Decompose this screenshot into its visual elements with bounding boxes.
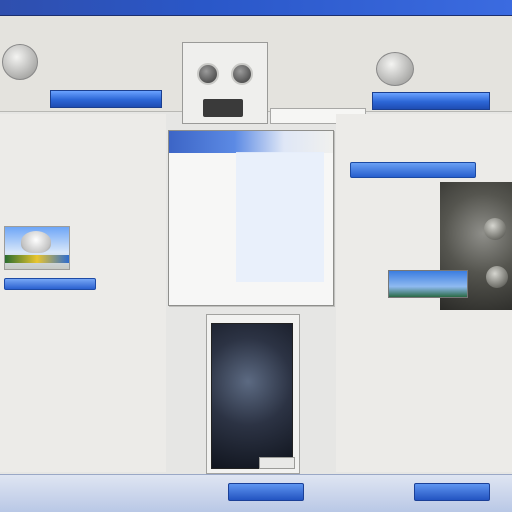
right-text-line <box>486 406 510 414</box>
product-thumbnail[interactable] <box>4 226 70 270</box>
left-text-line <box>4 214 128 222</box>
left-text-line <box>74 250 134 258</box>
device-label <box>259 457 295 469</box>
camera-icon <box>197 63 219 85</box>
left-text-line <box>4 430 112 438</box>
right-text-line <box>376 244 446 252</box>
right-thumbnail[interactable] <box>388 270 468 298</box>
footer-button[interactable] <box>414 483 490 501</box>
left-heading[interactable] <box>4 126 164 134</box>
title-bar <box>0 0 512 16</box>
camera-icon <box>486 266 508 288</box>
satellite-dish-icon <box>21 231 51 253</box>
left-column <box>0 114 166 472</box>
right-link[interactable] <box>390 320 474 328</box>
right-text-line <box>310 406 486 414</box>
left-text-line <box>4 362 154 370</box>
device-screen <box>211 323 293 469</box>
header-blue-bar-right[interactable] <box>372 92 490 110</box>
right-column <box>336 114 512 472</box>
footer <box>0 474 512 512</box>
spec-row <box>175 287 327 295</box>
camera-panel[interactable] <box>182 42 268 124</box>
spec-side-panel <box>236 152 324 282</box>
right-text-line <box>366 212 446 220</box>
left-text-line <box>4 298 116 306</box>
left-text-line <box>4 150 134 158</box>
camera-icon <box>231 63 253 85</box>
header <box>0 16 512 124</box>
right-blue-button[interactable] <box>350 162 476 178</box>
camera-icon <box>484 218 506 240</box>
right-text-line <box>486 364 510 372</box>
right-heading[interactable] <box>356 126 506 134</box>
left-text-line <box>4 350 194 358</box>
device-slot <box>203 99 243 117</box>
left-link[interactable] <box>4 404 154 412</box>
right-text-line <box>346 420 486 428</box>
right-text-line <box>316 358 496 366</box>
left-link[interactable] <box>4 320 138 328</box>
left-blue-button[interactable] <box>4 278 96 290</box>
header-blue-bar[interactable] <box>50 90 162 108</box>
thumbnail-band <box>5 255 69 263</box>
device-preview[interactable] <box>206 314 300 474</box>
spec-window-title <box>169 131 333 153</box>
left-text-line <box>4 416 134 424</box>
footer-button[interactable] <box>228 483 304 501</box>
left-text-line <box>4 138 144 146</box>
left-text-line <box>74 264 144 272</box>
page <box>0 0 512 512</box>
left-text-line <box>4 164 148 172</box>
device-icon[interactable] <box>2 44 38 80</box>
scanner-icon[interactable] <box>376 52 414 86</box>
